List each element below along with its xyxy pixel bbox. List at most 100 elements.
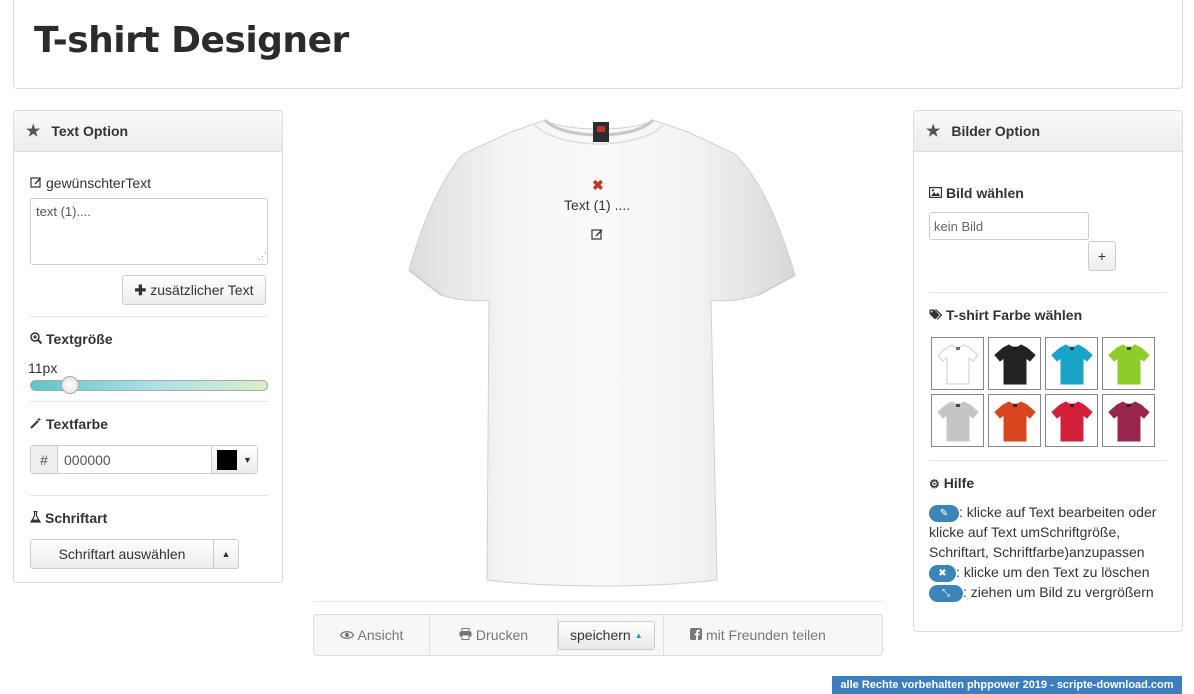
image-option-title: Bilder Option bbox=[951, 123, 1041, 139]
divider bbox=[929, 292, 1167, 293]
help-title-row: ⚙ Hilfe bbox=[929, 475, 974, 491]
text-size-slider[interactable] bbox=[30, 376, 268, 394]
tshirt-icon bbox=[936, 400, 979, 441]
choose-image-label-row: Bild wählen bbox=[929, 185, 1024, 201]
divider bbox=[30, 495, 268, 496]
caret-up-icon: ▲ bbox=[221, 549, 231, 559]
font-dropdown-toggle[interactable]: ▲ bbox=[213, 539, 239, 569]
print-label: Drucken bbox=[475, 627, 529, 643]
shirt-color-option[interactable] bbox=[1102, 394, 1155, 447]
hash-addon: # bbox=[31, 446, 58, 473]
zoom-in-icon bbox=[30, 332, 43, 347]
tshirt-icon bbox=[1107, 400, 1150, 441]
help-delete-row: ✖: klicke um den Text zu löschen bbox=[929, 562, 1174, 582]
help-title: Hilfe bbox=[943, 475, 975, 491]
text-color-picker[interactable]: # 000000 ▼ bbox=[30, 445, 258, 474]
font-label-row: Schriftart bbox=[29, 510, 108, 526]
choose-image-label: Bild wählen bbox=[946, 185, 1024, 201]
text-size-value: 11px bbox=[28, 360, 58, 376]
text-color-label-row: Textfarbe bbox=[30, 416, 108, 432]
facebook-icon bbox=[690, 627, 702, 643]
help-edit-row: ✎: klicke auf Text bearbeiten oder klick… bbox=[929, 502, 1174, 562]
design-stage: ✖ Text (1) .... bbox=[313, 110, 883, 600]
color-swatch bbox=[217, 449, 238, 470]
shirt-color-option[interactable] bbox=[988, 394, 1041, 447]
wanted-text-label: gewünschterText bbox=[46, 175, 152, 191]
tshirt-icon bbox=[993, 343, 1036, 384]
wanted-text-label-row: gewünschterText bbox=[30, 175, 151, 191]
edit-icon bbox=[30, 176, 42, 191]
save-label: speichern bbox=[570, 627, 631, 643]
tshirt-icon bbox=[1050, 343, 1093, 384]
add-text-label: zusätzlicher Text bbox=[150, 282, 254, 298]
shirt-color-option[interactable] bbox=[931, 337, 984, 390]
resize-grip-icon[interactable]: ⋰ bbox=[258, 251, 267, 262]
divider bbox=[929, 460, 1167, 461]
help-delete-text: : klicke um den Text zu löschen bbox=[956, 564, 1150, 580]
header: T-shirt Designer bbox=[13, 0, 1183, 89]
delete-text-icon[interactable]: ✖ bbox=[592, 177, 604, 194]
save-group: speichern ▲ bbox=[558, 615, 664, 655]
add-image-button[interactable]: + bbox=[1088, 241, 1116, 271]
share-button[interactable]: mit Freunden teilen bbox=[664, 615, 882, 655]
divider bbox=[30, 316, 268, 317]
color-swatch-button[interactable]: ▼ bbox=[211, 446, 257, 473]
text-option-title: Text Option bbox=[51, 123, 129, 139]
edit-pill-icon: ✎ bbox=[929, 504, 959, 522]
help-edit-text: : klicke auf Text bearbeiten oder klicke… bbox=[929, 504, 1157, 560]
view-button[interactable]: Ansicht bbox=[314, 615, 430, 655]
page-title: T-shirt Designer bbox=[34, 20, 349, 61]
font-label: Schriftart bbox=[45, 510, 108, 526]
bottom-toolbar: Ansicht Drucken speichern ▲ mit Freunden… bbox=[313, 614, 883, 656]
view-label: Ansicht bbox=[357, 627, 404, 643]
footer-copyright: alle Rechte vorbehalten phppower 2019 - … bbox=[832, 676, 1182, 694]
text-color-label: Textfarbe bbox=[46, 416, 108, 432]
shirt-color-option[interactable] bbox=[988, 337, 1041, 390]
print-icon bbox=[459, 627, 472, 643]
shirt-color-option[interactable] bbox=[931, 394, 984, 447]
magic-wand-icon bbox=[30, 417, 42, 432]
placed-text[interactable]: Text (1) .... bbox=[564, 197, 630, 213]
star-icon: ★ bbox=[26, 123, 41, 140]
image-option-header: ★ Bilder Option bbox=[914, 111, 1182, 152]
text-option-panel: ★ Text Option gewünschterText text (1)..… bbox=[13, 110, 283, 583]
share-label: mit Freunden teilen bbox=[706, 627, 826, 643]
text-option-header: ★ Text Option bbox=[14, 111, 282, 152]
image-icon bbox=[929, 187, 943, 201]
print-button[interactable]: Drucken bbox=[430, 615, 558, 655]
plus-icon: ✚ bbox=[134, 281, 147, 298]
shirt-color-option[interactable] bbox=[1102, 337, 1155, 390]
flask-icon bbox=[29, 510, 42, 526]
help-resize-row: ⤡: ziehen um Bild zu vergrößern bbox=[929, 582, 1174, 602]
add-image-label: + bbox=[1097, 248, 1107, 264]
text-size-label-row: Textgröße bbox=[30, 331, 113, 347]
edit-text-icon[interactable] bbox=[591, 227, 604, 243]
tshirt-icon bbox=[936, 343, 979, 384]
tshirt-icon bbox=[1050, 400, 1093, 441]
add-text-button[interactable]: ✚ zusätzlicher Text bbox=[122, 275, 266, 305]
slider-handle[interactable] bbox=[60, 376, 79, 394]
text-input[interactable]: text (1).... bbox=[30, 198, 268, 265]
divider bbox=[313, 601, 883, 602]
gear-icon: ⚙ bbox=[929, 477, 940, 491]
color-hex-input[interactable]: 000000 bbox=[58, 446, 211, 473]
shirt-color-option[interactable] bbox=[1045, 394, 1098, 447]
tags-icon bbox=[929, 309, 943, 323]
save-button[interactable]: speichern ▲ bbox=[558, 620, 655, 650]
tshirt-icon bbox=[993, 400, 1036, 441]
image-file-input[interactable]: kein Bild bbox=[929, 212, 1089, 240]
text-size-label: Textgröße bbox=[46, 331, 113, 347]
shirt-color-label: T-shirt Farbe wählen bbox=[946, 307, 1083, 323]
star-icon: ★ bbox=[926, 123, 941, 140]
help-text: ✎: klicke auf Text bearbeiten oder klick… bbox=[929, 502, 1174, 602]
divider bbox=[30, 401, 268, 402]
caret-up-icon: ▲ bbox=[634, 630, 643, 640]
font-select-button[interactable]: Schriftart auswählen bbox=[30, 539, 214, 569]
tshirt-icon bbox=[1107, 343, 1150, 384]
shirt-color-option[interactable] bbox=[1045, 337, 1098, 390]
resize-pill-icon: ⤡ bbox=[929, 584, 963, 602]
eye-icon bbox=[339, 627, 354, 643]
image-option-panel: ★ Bilder Option Bild wählen kein Bild + … bbox=[913, 110, 1183, 632]
caret-down-icon: ▼ bbox=[243, 454, 252, 465]
delete-pill-icon: ✖ bbox=[929, 564, 956, 582]
